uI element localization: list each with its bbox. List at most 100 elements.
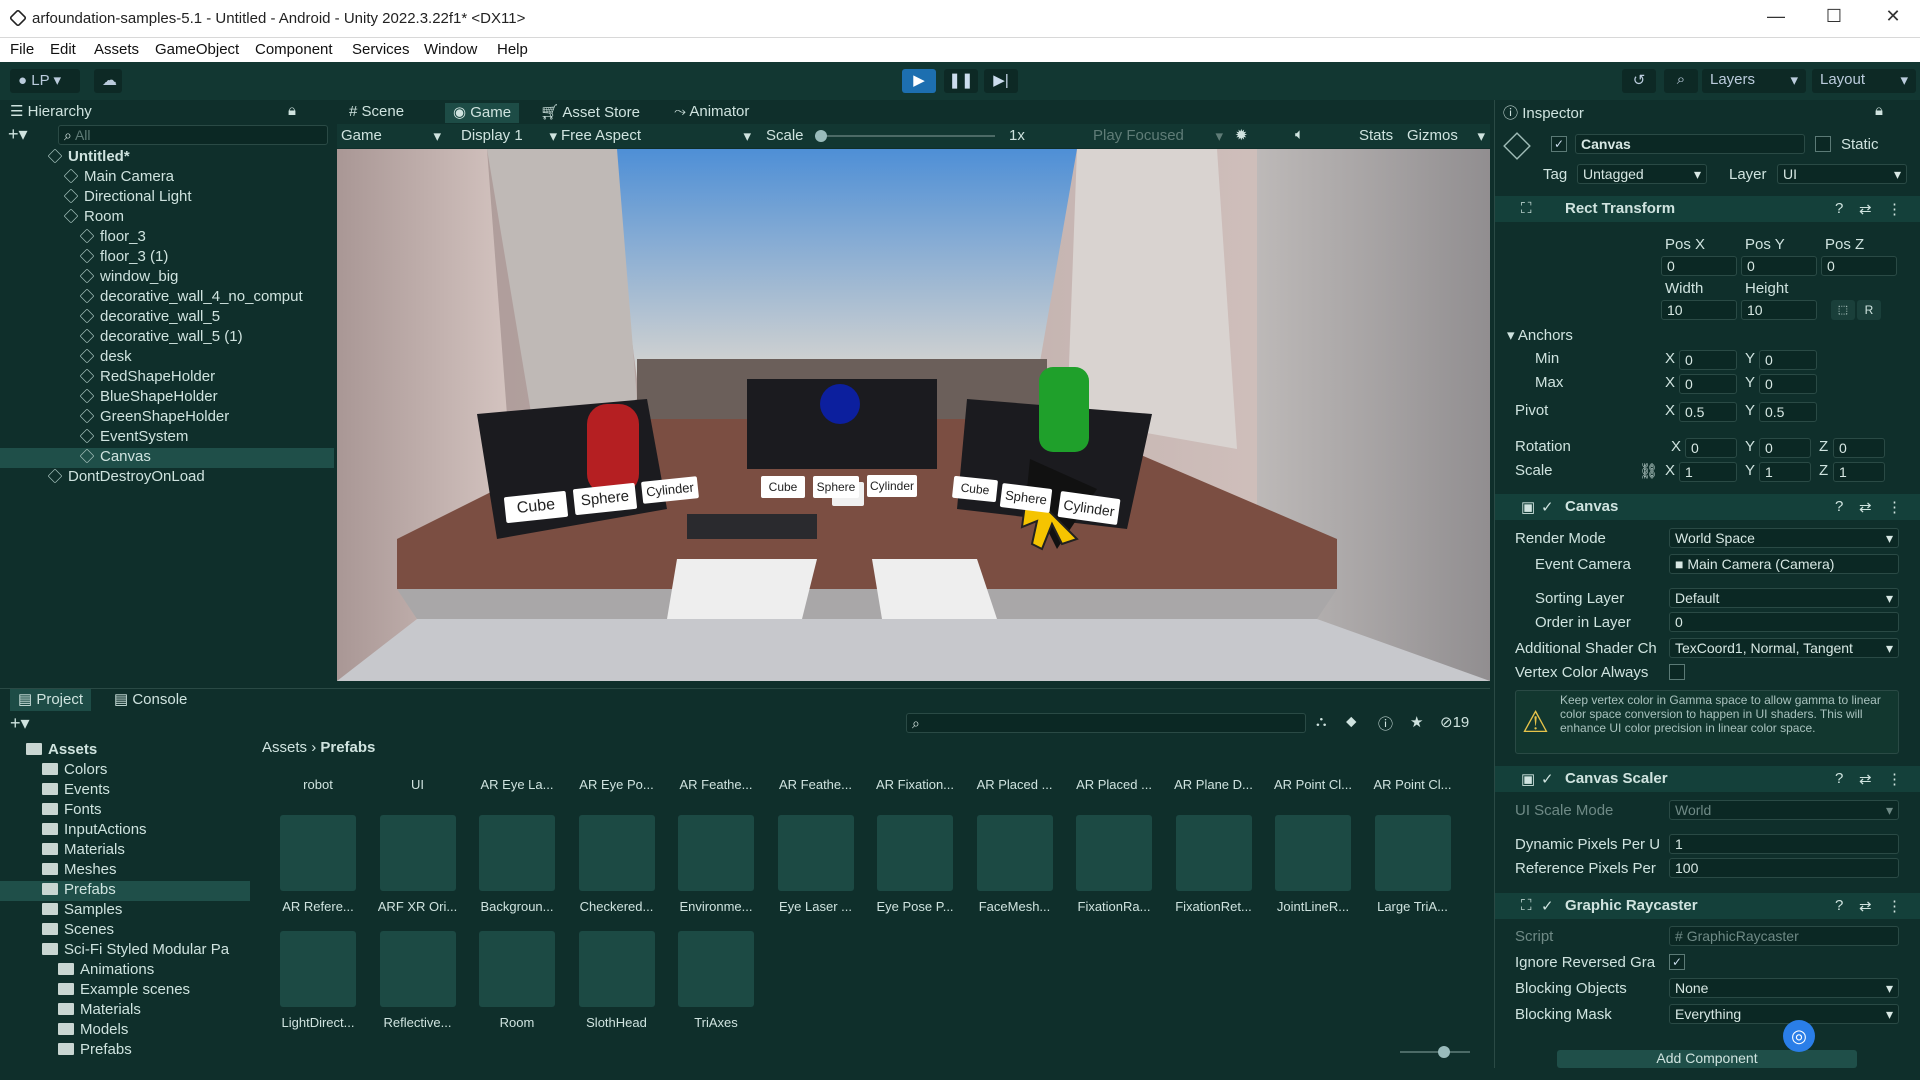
add-asset-button[interactable]: +▾ — [10, 713, 30, 734]
blocking-mask-dropdown[interactable]: Everything ▾ — [1669, 1004, 1899, 1024]
blocking-objects-dropdown[interactable]: None ▾ — [1669, 978, 1899, 998]
active-checkbox[interactable]: ✓ — [1551, 136, 1567, 152]
project-folder-materials[interactable]: Materials — [0, 1001, 250, 1021]
hidden-count[interactable]: ⊘19 — [1440, 713, 1469, 731]
hierarchy-item-room[interactable]: Room — [0, 208, 334, 228]
scale-slider[interactable] — [815, 130, 995, 142]
ignore-reversed-checkbox[interactable]: ✓ — [1669, 954, 1685, 970]
vertex-color-checkbox[interactable] — [1669, 664, 1685, 680]
help-icon[interactable]: ? — [1835, 498, 1843, 515]
center-cube-button[interactable]: Cube — [761, 476, 805, 498]
more-icon[interactable]: ⋮ — [1887, 498, 1902, 516]
menu-assets[interactable]: Assets — [94, 41, 139, 58]
rot-x-field[interactable]: 0 — [1685, 438, 1737, 458]
project-folder-events[interactable]: Events — [0, 781, 250, 801]
scale-y-field[interactable]: 1 — [1759, 462, 1811, 482]
lock-icon[interactable]: 🔒︎ — [288, 102, 296, 119]
hierarchy-item-blueshapeholder[interactable]: BlueShapeHolder — [0, 388, 334, 408]
hierarchy-item-canvas[interactable]: Canvas — [0, 448, 334, 468]
max-x-field[interactable]: 0 — [1679, 374, 1737, 394]
canvas-component-header[interactable]: ▣ ✓ Canvas ? ⇄ ⋮ — [1495, 494, 1920, 520]
shader-channels-dropdown[interactable]: TexCoord1, Normal, Tangent ▾ — [1669, 638, 1899, 658]
help-icon[interactable]: ? — [1835, 200, 1843, 217]
maximize-button[interactable]: ☐ — [1814, 6, 1854, 27]
menu-window[interactable]: Window — [424, 41, 477, 58]
project-folder-fonts[interactable]: Fonts — [0, 801, 250, 821]
hierarchy-item-eventsystem[interactable]: EventSystem — [0, 428, 334, 448]
hierarchy-item-floor-3-1[interactable]: floor_3 (1) — [0, 248, 334, 268]
hierarchy-item-dontdestroyonload[interactable]: DontDestroyOnLoad — [0, 468, 334, 488]
minimize-button[interactable]: — — [1756, 6, 1796, 27]
project-folder-sci-fi-styled-modular-pa[interactable]: Sci-Fi Styled Modular Pa — [0, 941, 250, 961]
layout-dropdown[interactable]: Layout ▾ — [1812, 69, 1916, 93]
close-button[interactable]: ✕ — [1873, 6, 1913, 27]
pos-y-field[interactable]: 0 — [1741, 256, 1817, 276]
settings-icon[interactable]: ⇄ — [1859, 200, 1872, 218]
right-cube-button[interactable]: Cube — [951, 475, 999, 503]
tab-asset-store[interactable]: 🛒︎ Asset Store — [540, 103, 640, 121]
canvas-scaler-checkbox[interactable]: ✓ — [1541, 770, 1554, 788]
hierarchy-item-window-big[interactable]: window_big — [0, 268, 334, 288]
project-folder-materials[interactable]: Materials — [0, 841, 250, 861]
settings-icon[interactable]: ⇄ — [1859, 498, 1872, 516]
scale-z-field[interactable]: 1 — [1833, 462, 1885, 482]
menu-component[interactable]: Component — [255, 41, 333, 58]
hierarchy-item-main-camera[interactable]: Main Camera — [0, 168, 334, 188]
hierarchy-item-untitled[interactable]: Untitled* — [0, 148, 334, 168]
inspector-tab[interactable]: ⓘ Inspector — [1503, 102, 1584, 123]
tag-dropdown[interactable]: Untagged ▾ — [1577, 164, 1707, 184]
settings-icon[interactable]: ⇄ — [1859, 770, 1872, 788]
lock-icon[interactable]: 🔒︎ — [1875, 102, 1883, 119]
link-icon[interactable]: ⛓ — [1639, 462, 1658, 480]
rot-y-field[interactable]: 0 — [1759, 438, 1811, 458]
menu-edit[interactable]: Edit — [50, 41, 76, 58]
static-checkbox[interactable] — [1815, 136, 1831, 152]
object-name-field[interactable]: Canvas — [1575, 134, 1805, 154]
pause-button[interactable]: ❚❚ — [944, 69, 978, 93]
center-cylinder-button[interactable]: Cylinder — [867, 475, 917, 497]
project-folder-scenes[interactable]: Scenes — [0, 921, 250, 941]
more-icon[interactable]: ⋮ — [1887, 200, 1902, 218]
rot-z-field[interactable]: 0 — [1833, 438, 1885, 458]
tab-console[interactable]: ▤ Console — [114, 689, 187, 711]
step-button[interactable]: ▶| — [984, 69, 1018, 93]
overlay-target-icon[interactable]: ◎ — [1783, 1020, 1815, 1052]
game-viewport[interactable]: Cube Sphere Cylinder Cube Sphere Cylinde… — [337, 149, 1490, 681]
add-button[interactable]: +▾ — [8, 124, 28, 145]
stats-button[interactable]: Stats — [1359, 127, 1393, 144]
more-icon[interactable]: ⋮ — [1887, 897, 1902, 915]
blueprint-button[interactable]: ⬚ — [1831, 300, 1855, 320]
reference-pixels-field[interactable]: 100 — [1669, 858, 1899, 878]
zoom-slider-handle[interactable] — [1438, 1046, 1450, 1058]
filter-type-icon[interactable]: ⛬ — [1316, 713, 1327, 730]
menu-gameobject[interactable]: GameObject — [155, 41, 239, 58]
aspect-dropdown[interactable]: Free Aspect ▾ — [561, 127, 751, 145]
favorites-icon[interactable]: ★ — [1410, 713, 1423, 731]
filter-label-icon[interactable]: ⬥ — [1346, 713, 1357, 730]
project-folder-inputactions[interactable]: InputActions — [0, 821, 250, 841]
hierarchy-item-desk[interactable]: desk — [0, 348, 334, 368]
add-component-button[interactable]: Add Component — [1557, 1050, 1857, 1068]
project-folder-prefabs[interactable]: Prefabs — [0, 881, 250, 901]
dynamic-pixels-field[interactable]: 1 — [1669, 834, 1899, 854]
breadcrumb-assets[interactable]: Assets — [262, 739, 307, 756]
search-icon[interactable]: ⌕ — [1664, 69, 1698, 93]
hierarchy-item-decorative-wall-5[interactable]: decorative_wall_5 — [0, 308, 334, 328]
scale-x-field[interactable]: 1 — [1679, 462, 1737, 482]
pos-x-field[interactable]: 0 — [1661, 256, 1737, 276]
gizmos-dropdown[interactable]: Gizmos ▾ — [1407, 127, 1485, 145]
project-folder-samples[interactable]: Samples — [0, 901, 250, 921]
project-folder-example-scenes[interactable]: Example scenes — [0, 981, 250, 1001]
pivot-y-field[interactable]: 0.5 — [1759, 402, 1817, 422]
warning-filter-icon[interactable]: ⓘ — [1378, 713, 1393, 734]
raw-edit-button[interactable]: R — [1857, 300, 1881, 320]
anchors-label[interactable]: ▾ Anchors — [1507, 326, 1573, 344]
graphic-raycaster-header[interactable]: ⛶ ✓ Graphic Raycaster ? ⇄ ⋮ — [1495, 893, 1920, 919]
more-icon[interactable]: ⋮ — [1887, 770, 1902, 788]
breadcrumb-prefabs[interactable]: Prefabs — [320, 739, 375, 756]
canvas-scaler-header[interactable]: ▣ ✓ Canvas Scaler ? ⇄ ⋮ — [1495, 766, 1920, 792]
layer-dropdown[interactable]: UI ▾ — [1777, 164, 1907, 184]
layers-dropdown[interactable]: Layers ▾ — [1702, 69, 1806, 93]
hierarchy-item-decorative-wall-5-1[interactable]: decorative_wall_5 (1) — [0, 328, 334, 348]
project-folder-prefabs[interactable]: Prefabs — [0, 1041, 250, 1061]
